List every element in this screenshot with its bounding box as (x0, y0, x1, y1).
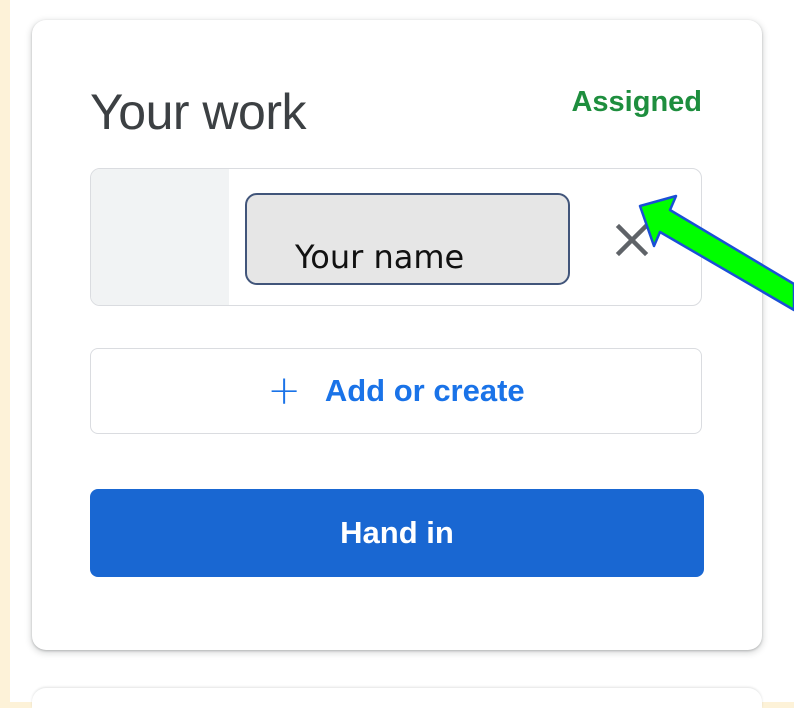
next-card-edge (32, 688, 762, 708)
plus-icon: + (267, 368, 301, 414)
attachment-thumbnail (91, 169, 229, 305)
attachment-name: Your name (295, 238, 465, 276)
hand-in-button[interactable]: Hand in (90, 489, 704, 577)
name-label-box: Your name (245, 193, 570, 285)
annotation-arrow-icon (638, 194, 794, 312)
add-or-create-label: Add or create (324, 373, 525, 408)
status-badge: Assigned (571, 86, 702, 118)
add-or-create-button[interactable]: + Add or create (90, 348, 702, 434)
hand-in-label: Hand in (340, 515, 454, 550)
card-title: Your work (90, 84, 306, 140)
